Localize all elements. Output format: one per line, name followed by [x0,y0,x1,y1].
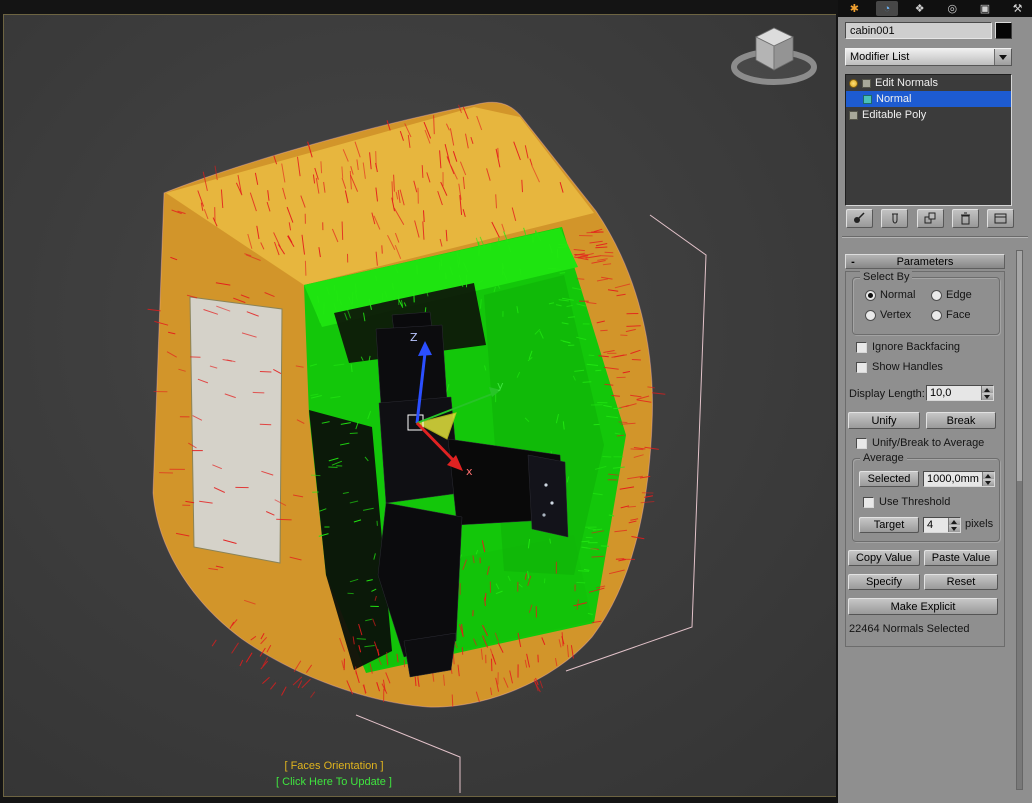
gizmo-y-label: y [497,379,504,392]
use-threshold-label: Use Threshold [879,496,951,508]
target-pixels-value: 4 [927,519,934,531]
show-end-result-button[interactable] [881,209,909,228]
average-group-label: Average [860,452,907,464]
selected-button[interactable]: Selected [859,471,919,487]
show-handles-checkbox[interactable] [856,362,867,373]
remove-modifier-button[interactable] [951,209,979,228]
radio-vertex-label: Vertex [880,309,912,321]
average-threshold-value: 1000,0mm [927,473,979,485]
modifier-list-label: Modifier List [850,51,910,63]
parameters-rollout-body: Select By Normal Edge Vertex Face Ignore… [845,271,1005,647]
3dsmax-window: Z y x [ Faces Orientation ] [ Click Here… [0,0,1032,803]
panel-divider [842,236,1028,238]
display-length-field[interactable]: 10,0 [926,385,994,401]
modify-tab-icon[interactable]: ◔ [875,1,898,16]
spinner-up-icon[interactable] [983,472,994,479]
select-by-group: Select By Normal Edge Vertex Face [852,271,1000,335]
display-length-spinner [981,386,993,400]
chevron-down-icon[interactable] [994,49,1011,65]
stack-item-label: Edit Normals [875,77,938,89]
click-to-update-label[interactable]: [ Click Here To Update ] [276,776,392,788]
viewport-canvas: Z y x [4,15,837,796]
spinner-down-icon[interactable] [982,393,993,400]
unify-break-average-checkbox[interactable] [856,438,867,449]
radio-normal-label: Normal [880,289,916,301]
reset-button[interactable]: Reset [924,574,998,590]
command-panel-tabs: ✱ ◔ ❖ ◎ ▣ ⚒ [838,0,1032,17]
radio-normal[interactable] [865,290,876,301]
spinner-down-icon[interactable] [983,479,994,486]
object-color-swatch[interactable] [995,22,1012,39]
configure-modifier-sets-button[interactable] [987,209,1014,228]
stack-item-normal-subobject[interactable]: Normal [846,91,1011,107]
object-name-field[interactable]: cabin001 [845,22,992,39]
target-pixels-unit-label: pixels [965,518,994,530]
display-length-value: 10,0 [930,387,952,399]
create-tab-icon[interactable]: ✱ [843,1,865,16]
rollout-title: Parameters [896,255,954,268]
gizmo-x-label: x [466,465,473,478]
parameters-rollout-header[interactable]: - Parameters [845,254,1005,269]
modifier-stack: Edit Normals Normal Editable Poly [845,74,1012,206]
normals-selected-status: 22464 Normals Selected [849,623,970,635]
use-threshold-checkbox[interactable] [863,497,874,508]
radio-vertex[interactable] [865,310,876,321]
target-pixels-spinner [948,518,960,532]
copy-value-button[interactable]: Copy Value [848,550,920,566]
utilities-tab-icon[interactable]: ⚒ [1007,1,1029,16]
average-group: Average Selected 1000,0mm Use Threshold … [852,452,1000,542]
faces-orientation-label: [ Faces Orientation ] [284,760,384,772]
modifier-icon [862,78,871,88]
target-pixels-field[interactable]: 4 [923,517,961,533]
hierarchy-tab-icon[interactable]: ❖ [909,1,931,16]
editable-poly-icon [849,110,858,120]
paste-value-button[interactable]: Paste Value [924,550,998,566]
radio-face-label: Face [946,309,971,321]
select-by-group-label: Select By [860,271,913,283]
scrollbar-thumb[interactable] [1017,251,1022,481]
spinner-down-icon[interactable] [949,525,960,532]
make-unique-button[interactable] [916,209,944,228]
display-tab-icon[interactable]: ▣ [974,1,996,16]
collapse-icon: - [851,255,855,268]
motion-tab-icon[interactable]: ◎ [941,1,963,16]
panel-scrollbar[interactable] [1016,250,1023,790]
gizmo-z-label: Z [410,331,418,344]
make-explicit-button[interactable]: Make Explicit [848,598,998,615]
average-threshold-spinner [982,472,994,486]
command-panel: ✱ ◔ ❖ ◎ ▣ ⚒ cabin001 Modifier List Edit … [836,0,1032,803]
stack-item-editable-poly[interactable]: Editable Poly [846,107,1011,123]
lightbulb-icon[interactable] [849,78,858,88]
radio-edge[interactable] [931,290,942,301]
target-button[interactable]: Target [859,517,919,533]
specify-button[interactable]: Specify [848,574,920,590]
break-button[interactable]: Break [926,412,996,429]
stack-item-label: Editable Poly [862,109,927,121]
ignore-backfacing-checkbox[interactable] [856,342,867,353]
show-handles-label: Show Handles [872,361,943,373]
modifier-list-dropdown[interactable]: Modifier List [845,48,1012,66]
radio-face[interactable] [931,310,942,321]
spinner-up-icon[interactable] [982,386,993,393]
spinner-up-icon[interactable] [949,518,960,525]
radio-edge-label: Edge [946,289,972,301]
unify-break-average-label: Unify/Break to Average [872,437,985,449]
stack-item-label: Normal [876,93,912,105]
modifier-stack-toolbar [846,209,1014,229]
display-length-label: Display Length: [849,388,925,400]
pin-stack-button[interactable] [846,209,873,228]
unify-button[interactable]: Unify [848,412,920,429]
normal-subobject-icon [863,94,872,104]
average-threshold-field[interactable]: 1000,0mm [923,471,995,487]
stack-item-edit-normals[interactable]: Edit Normals [846,75,1011,91]
ignore-backfacing-label: Ignore Backfacing [872,341,961,353]
perspective-viewport[interactable]: Z y x [ Faces Orientation ] [ Click Here… [3,14,838,797]
